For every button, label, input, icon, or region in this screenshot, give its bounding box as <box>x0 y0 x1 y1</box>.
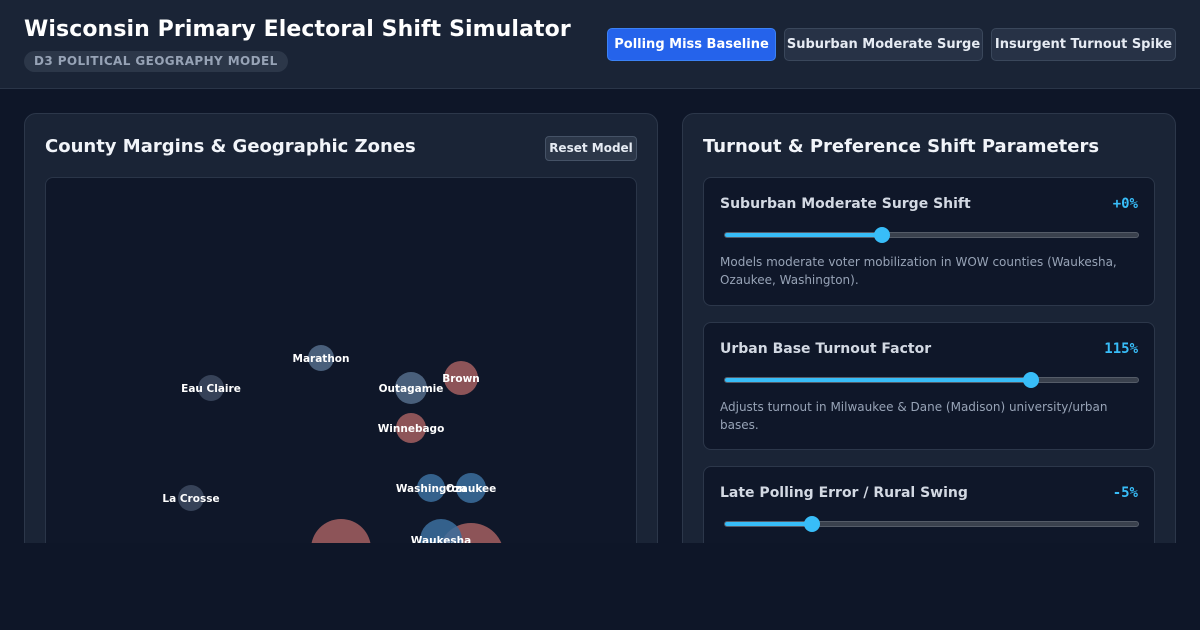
scenario-button-polling-miss[interactable]: Polling Miss Baseline <box>607 28 776 61</box>
scenario-button-suburban-surge[interactable]: Suburban Moderate Surge <box>784 28 983 61</box>
slider-label: Suburban Moderate Surge Shift <box>720 196 971 212</box>
county-bubble-map: DaneMilwaukeeWaukeshaMarathonEau ClaireO… <box>162 345 504 572</box>
county-label-ozaukee: Ozaukee <box>446 483 497 495</box>
page-background <box>0 543 1200 630</box>
county-label-winnebago: Winnebago <box>378 423 445 435</box>
county-map-panel: County Margins & Geographic Zones Reset … <box>24 113 658 573</box>
county-label-marathon: Marathon <box>293 353 350 365</box>
slider-fill <box>725 233 882 237</box>
slider-thumb[interactable] <box>873 227 890 243</box>
county-label-eau-claire: Eau Claire <box>181 383 241 395</box>
county-map: DaneMilwaukeeWaukeshaMarathonEau ClaireO… <box>45 177 637 572</box>
scenario-button-insurgent-spike[interactable]: Insurgent Turnout Spike <box>991 28 1176 61</box>
slider-value: 115% <box>1104 341 1138 357</box>
slider-value: +0% <box>1112 196 1138 212</box>
county-label-la-crosse: La Crosse <box>162 493 219 505</box>
app-header: Wisconsin Primary Electoral Shift Simula… <box>0 0 1200 89</box>
county-label-outagamie: Outagamie <box>379 383 444 395</box>
map-panel-title: County Margins & Geographic Zones <box>45 136 416 157</box>
slider-description: Models moderate voter mobilization in WO… <box>720 255 1117 287</box>
slider-label: Late Polling Error / Rural Swing <box>720 485 968 501</box>
app-title: Wisconsin Primary Electoral Shift Simula… <box>24 17 571 42</box>
slider-card-urban-turnout: Urban Base Turnout Factor 115% Adjusts t… <box>703 322 1155 450</box>
slider-description: Adjusts turnout in Milwaukee & Dane (Mad… <box>720 400 1108 432</box>
slider-value: -5% <box>1112 485 1138 501</box>
suburban-surge-slider[interactable] <box>724 227 1139 243</box>
parameters-panel: Turnout & Preference Shift Parameters Su… <box>682 113 1176 573</box>
slider-fill <box>725 378 1031 382</box>
reset-model-button[interactable]: Reset Model <box>545 136 637 161</box>
slider-thumb[interactable] <box>1022 372 1039 388</box>
slider-label: Urban Base Turnout Factor <box>720 341 932 357</box>
parameters-panel-title: Turnout & Preference Shift Parameters <box>703 136 1100 157</box>
model-badge: D3 POLITICAL GEOGRAPHY MODEL <box>24 51 288 72</box>
slider-fill <box>725 522 812 526</box>
slider-thumb[interactable] <box>803 516 820 532</box>
slider-card-suburban-surge: Suburban Moderate Surge Shift +0% Models… <box>703 177 1155 306</box>
county-label-brown: Brown <box>442 373 480 385</box>
urban-turnout-slider[interactable] <box>724 372 1139 388</box>
rural-swing-slider[interactable] <box>724 516 1139 532</box>
